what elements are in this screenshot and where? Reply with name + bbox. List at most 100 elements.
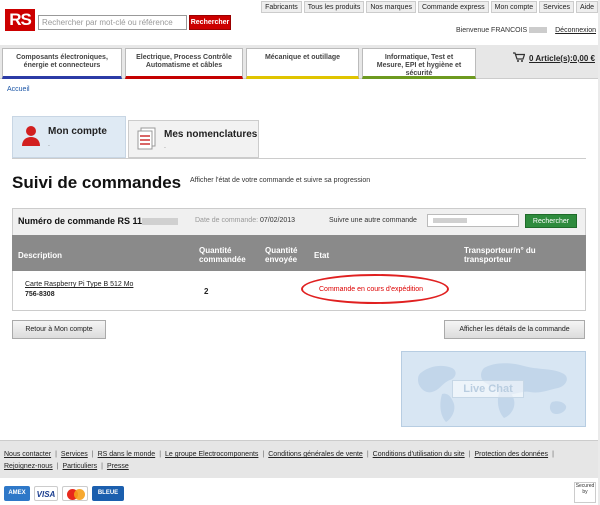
category-label: énergie et connecteurs	[23, 62, 101, 69]
tab-subtitle: .	[164, 143, 166, 150]
footer-link-cgv[interactable]: Conditions générales de vente	[268, 451, 363, 458]
welcome-label: Bienvenue	[456, 27, 490, 34]
tab-title: Mes nomenclatures	[164, 129, 258, 140]
col-carrier: Transporteur/n° du transporteur	[464, 246, 536, 264]
footer-link-individuals[interactable]: Particuliers	[62, 463, 97, 470]
footer-link-services[interactable]: Services	[61, 451, 88, 458]
footer-link-world[interactable]: RS dans le monde	[98, 451, 156, 458]
separator: |	[366, 451, 369, 458]
tab-title: Mon compte	[48, 126, 107, 137]
order-date: Date de commande: 07/02/2013	[195, 217, 295, 224]
page-description: Afficher l'état de votre commande et sui…	[190, 177, 371, 184]
table-row: Carte Raspberry Pi Type B 512 Mo 756-830…	[12, 271, 586, 311]
col-label: transporteur	[464, 255, 512, 264]
col-qty-ordered: Quantité commandée	[199, 246, 246, 264]
order-number: Numéro de commande RS 11	[18, 216, 179, 226]
top-link-brands[interactable]: Nos marques	[366, 1, 416, 13]
search-button[interactable]: Rechercher	[189, 15, 231, 30]
separator: |	[55, 451, 57, 458]
order-header: Numéro de commande RS 11 Date de command…	[12, 208, 586, 235]
category-electrical[interactable]: Electrique, Process Contrôle Automatisme…	[125, 48, 243, 79]
separator: |	[159, 451, 162, 458]
secured-badge-icon: Secured by	[574, 482, 596, 503]
live-chat-label: Live Chat	[452, 380, 524, 398]
breadcrumb-home[interactable]: Accueil	[7, 86, 30, 93]
top-link-help[interactable]: Aide	[575, 1, 598, 13]
category-label: Electrique, Process Contrôle	[136, 54, 232, 61]
top-links: Fabricants Tous les produits Nos marques…	[261, 1, 598, 13]
cart-icon	[513, 52, 526, 64]
footer-links: Nous contacter | Services | RS dans le monde…	[4, 449, 584, 473]
col-qty-sent: Quantité envoyée	[265, 246, 297, 264]
cart-label: 0 Article(s):0,00 €	[529, 53, 595, 63]
back-to-account-button[interactable]: Retour à Mon compte	[12, 320, 106, 339]
top-link-my-account[interactable]: Mon compte	[490, 1, 538, 13]
separator: |	[262, 451, 265, 458]
col-label: Quantité	[265, 246, 298, 255]
user-icon	[21, 125, 41, 149]
live-chat-widget[interactable]: Live Chat	[401, 351, 586, 427]
col-description: Description	[18, 251, 63, 260]
document-list-icon	[137, 127, 157, 153]
welcome-text: Bienvenue FRANCOIS Déconnexion	[456, 27, 596, 34]
footer-link-privacy[interactable]: Protection des données	[475, 451, 549, 458]
tab-subtitle: .	[48, 141, 50, 148]
tab-my-account[interactable]: Mon compte .	[12, 116, 126, 158]
category-mechanical[interactable]: Mécanique et outillage	[246, 48, 359, 79]
follow-order-value-blurred	[433, 218, 467, 223]
footer-link-careers[interactable]: Rejoignez-nous	[4, 463, 53, 470]
qty-ordered: 2	[204, 287, 209, 296]
top-link-express-order[interactable]: Commande express	[417, 1, 489, 13]
top-link-all-products[interactable]: Tous les produits	[303, 1, 365, 13]
order-number-blurred	[142, 218, 179, 226]
footer-link-group[interactable]: Le groupe Electrocomponents	[165, 451, 258, 458]
product-link[interactable]: Carte Raspberry Pi Type B 512 Mo	[25, 281, 133, 288]
category-label: Mesure, EPI et hygiène et	[376, 62, 462, 69]
footer-link-contact[interactable]: Nous contacter	[4, 451, 51, 458]
user-name-blurred	[529, 27, 548, 34]
category-label: Automatisme et câbles	[145, 62, 223, 69]
amex-card-icon: AMEX	[4, 486, 30, 501]
category-it-test[interactable]: Informatique, Test et Mesure, EPI et hyg…	[362, 48, 476, 79]
mastercard-icon	[62, 486, 88, 501]
category-nav: Composants électroniques, énergie et con…	[0, 45, 600, 79]
follow-order-input[interactable]	[427, 214, 519, 227]
divider	[12, 158, 586, 159]
separator: |	[552, 451, 554, 458]
top-bar: RS Rechercher par mot-clé ou référence R…	[0, 0, 600, 44]
col-label: Transporteur/n° du	[464, 246, 536, 255]
footer: Nous contacter | Services | RS dans le monde…	[0, 440, 600, 478]
order-date-label: Date de commande:	[195, 217, 259, 224]
category-label: Composants électroniques,	[16, 54, 108, 61]
separator: |	[468, 451, 471, 458]
separator: |	[91, 451, 94, 458]
category-label: Informatique, Test et	[384, 54, 454, 61]
footer-link-press[interactable]: Presse	[107, 463, 129, 470]
category-label: sécurité	[405, 70, 433, 77]
follow-order-search-button[interactable]: Rechercher	[525, 214, 577, 228]
carte-bleue-icon: BLEUE	[92, 486, 124, 501]
top-link-fabricants[interactable]: Fabricants	[261, 1, 302, 13]
order-status: Commande en cours d'expédition	[319, 286, 424, 293]
top-link-services[interactable]: Services	[539, 1, 574, 13]
col-label: Quantité	[199, 246, 232, 255]
visa-card-icon: VISA	[34, 486, 58, 501]
separator: |	[101, 463, 103, 470]
user-name: FRANCOIS	[491, 27, 528, 34]
cart-link[interactable]: 0 Article(s):0,00 €	[513, 52, 595, 64]
tab-nomenclatures[interactable]: Mes nomenclatures .	[128, 120, 259, 158]
show-order-details-button[interactable]: Afficher les détails de la commande	[444, 320, 585, 339]
order-number-label: Numéro de commande RS 11	[18, 216, 143, 226]
category-electronics[interactable]: Composants électroniques, énergie et con…	[2, 48, 122, 79]
col-state: Etat	[314, 251, 330, 260]
footer-link-terms[interactable]: Conditions d'utilisation du site	[373, 451, 465, 458]
payment-band: AMEX VISA BLEUE	[0, 478, 600, 505]
search-input[interactable]: Rechercher par mot-clé ou référence	[38, 15, 187, 30]
separator: |	[56, 463, 59, 470]
product-code: 756-8308	[25, 291, 55, 298]
category-label: Mécanique et outillage	[264, 54, 341, 61]
logout-link[interactable]: Déconnexion	[555, 27, 596, 34]
order-date-value: 07/02/2013	[260, 217, 296, 224]
table-header: Description Quantité commandée Quantité …	[12, 235, 586, 271]
rs-logo[interactable]: RS	[5, 9, 35, 31]
